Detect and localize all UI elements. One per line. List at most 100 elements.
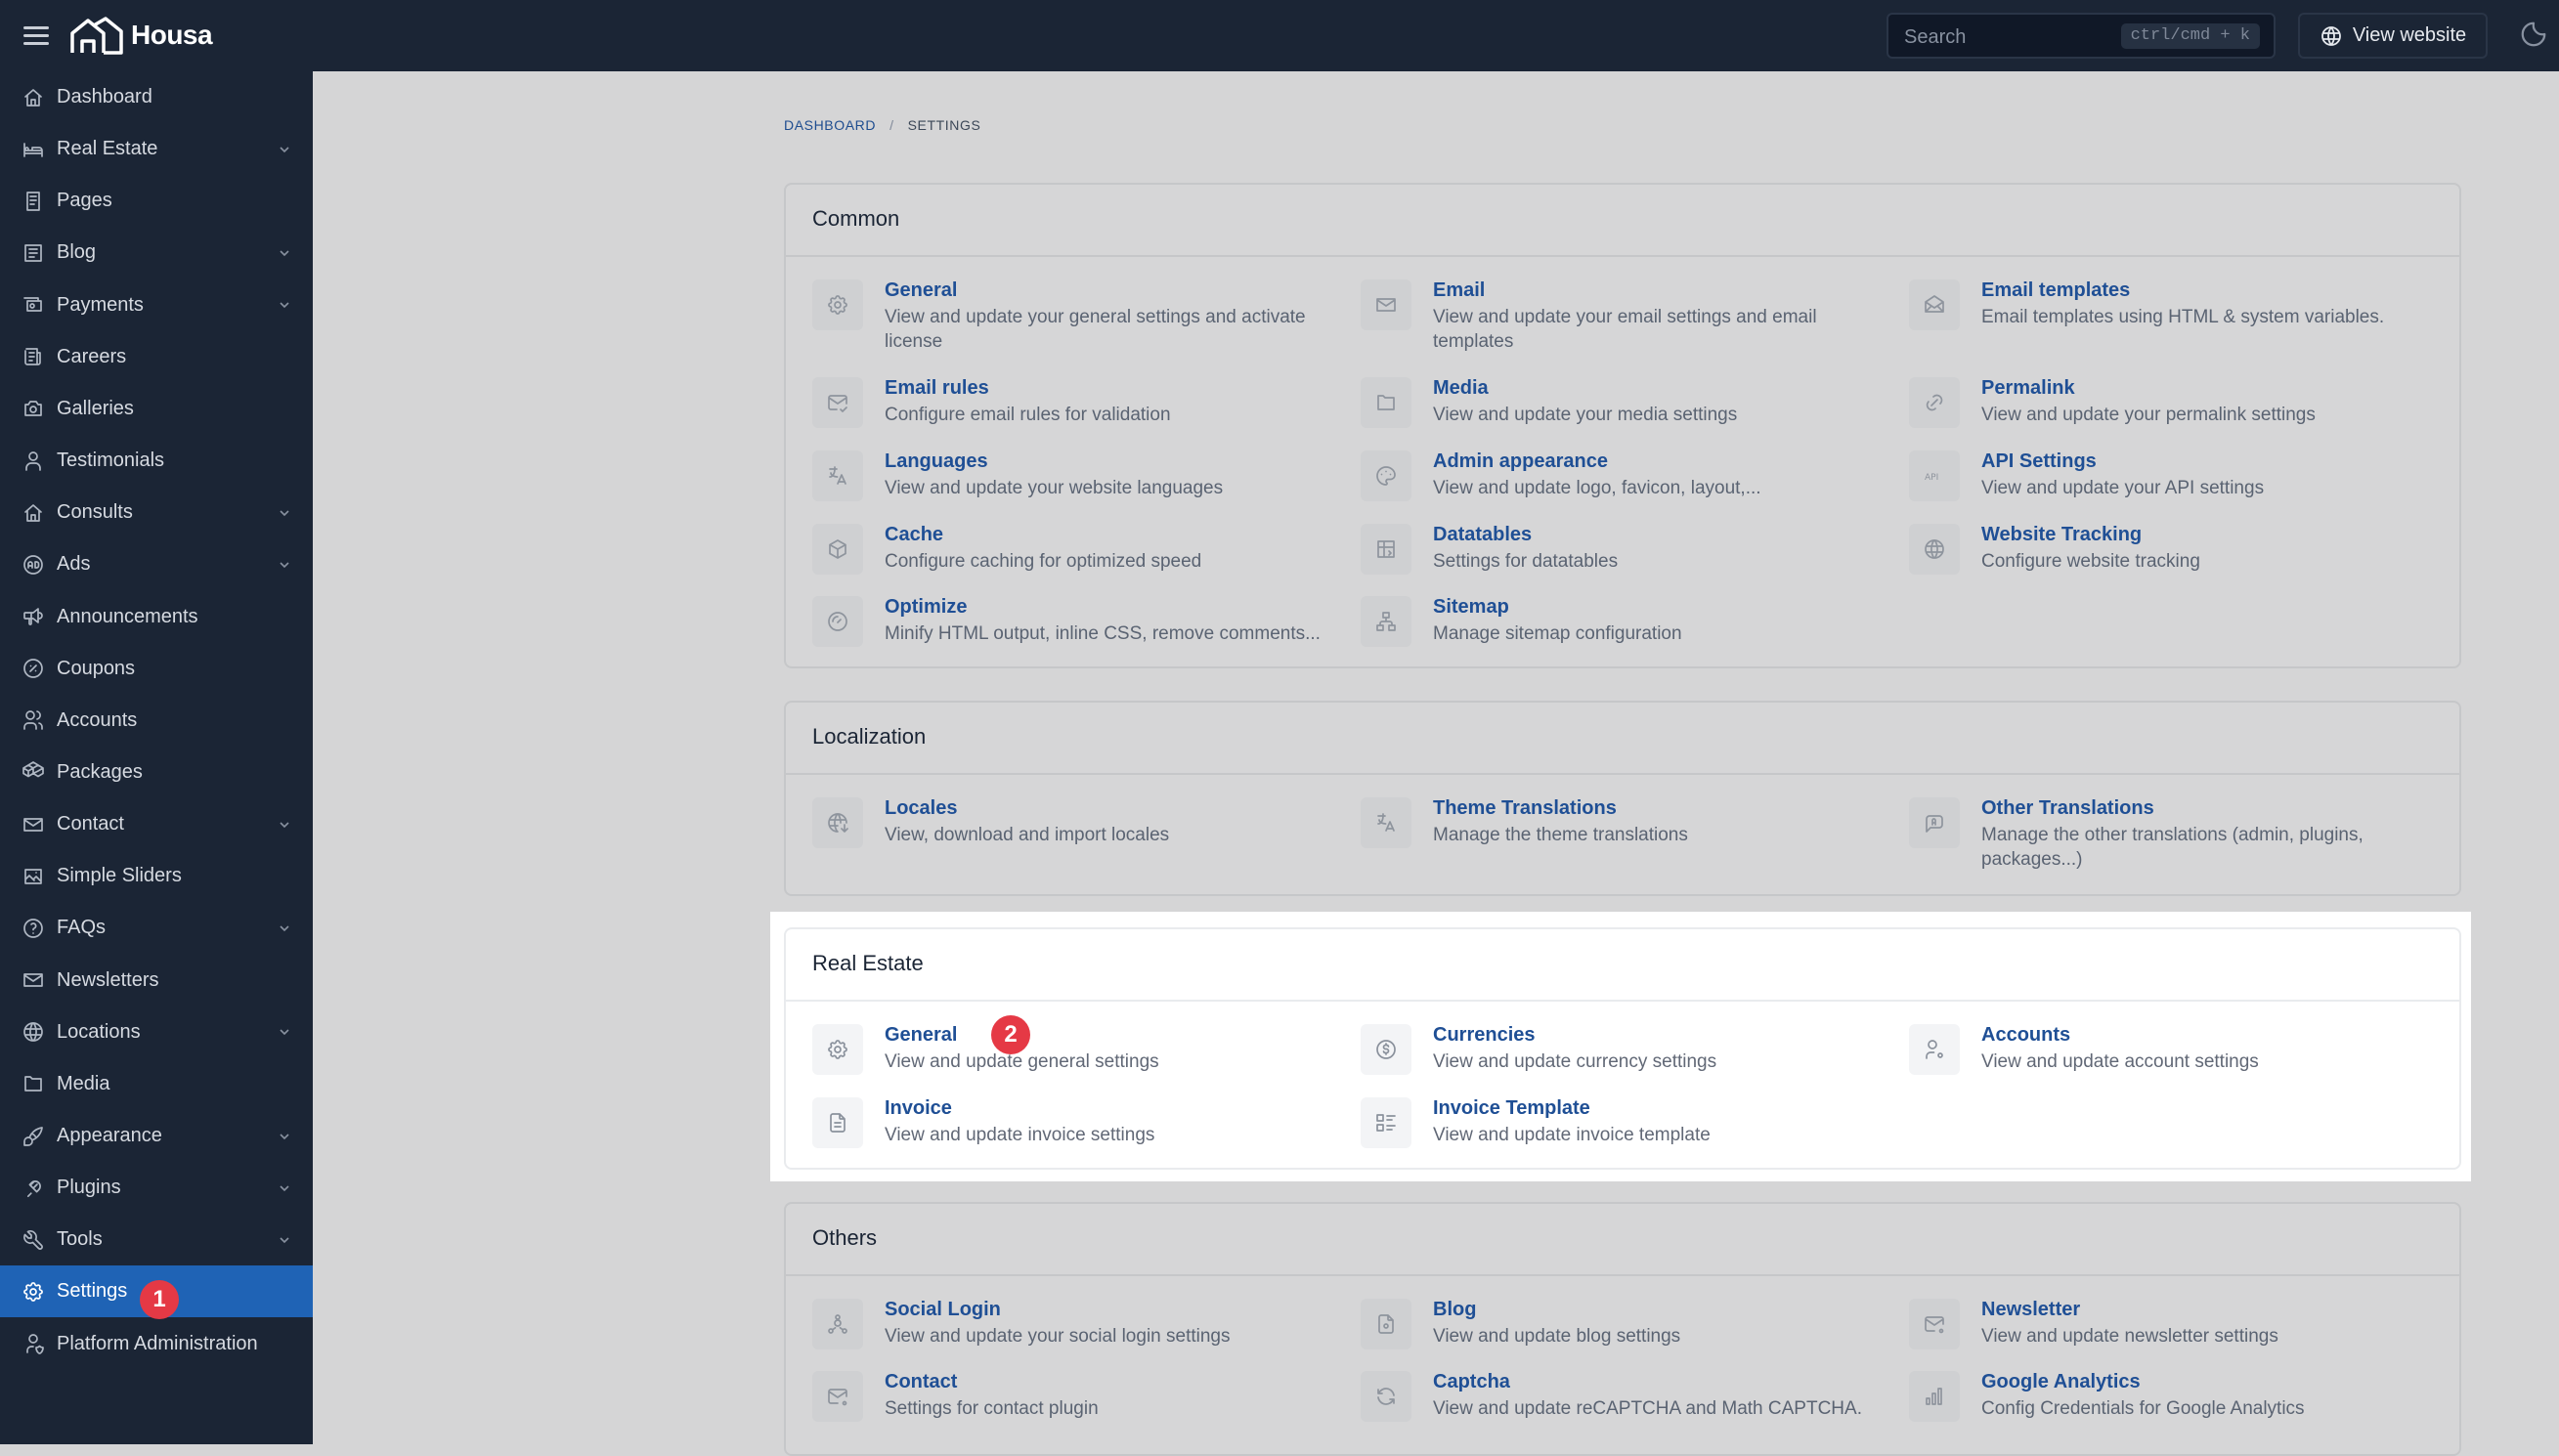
setting-item-title[interactable]: Email templates [1981, 279, 2130, 302]
sidebar-item-careers[interactable]: Careers [0, 331, 313, 383]
sidebar-item-platform-administration[interactable]: Platform Administration [0, 1318, 313, 1370]
sidebar-item-real-estate[interactable]: Real Estate [0, 123, 313, 175]
setting-item-email-rules[interactable]: Email rules Configure email rules for val… [812, 377, 1340, 446]
setting-item-captcha[interactable]: Captcha View and update reCAPTCHA and Mat… [1361, 1371, 1888, 1439]
setting-item-title[interactable]: Blog [1433, 1299, 1476, 1321]
setting-item-title[interactable]: Accounts [1981, 1024, 2070, 1047]
setting-item-title[interactable]: Other Translations [1981, 797, 2154, 820]
slideshow-icon [24, 868, 42, 884]
mail-cog-icon [1925, 1316, 1944, 1334]
sidebar-item-coupons[interactable]: Coupons [0, 643, 313, 695]
setting-item-title[interactable]: Contact [885, 1371, 957, 1393]
setting-item-api-settings[interactable]: API API Settings View and update your API … [1909, 450, 2437, 519]
setting-item-email-templates[interactable]: Email templates Email templates using HTM… [1909, 279, 2437, 348]
sidebar-item-locations[interactable]: Locations [0, 1006, 313, 1058]
setting-item-title[interactable]: Theme Translations [1433, 797, 1617, 820]
setting-item-title[interactable]: Social Login [885, 1299, 1001, 1321]
sidebar-item-contact[interactable]: Contact [0, 798, 313, 850]
setting-item-general[interactable]: General View and update your general sett… [812, 279, 1340, 352]
setting-item-website-tracking[interactable]: Website Tracking Configure website tracki… [1909, 524, 2437, 592]
setting-item-contact[interactable]: Contact Settings for contact plugin [812, 1371, 1340, 1439]
chevron-down-icon [280, 1237, 289, 1243]
setting-item-invoice-template[interactable]: Invoice Template View and update invoice … [1361, 1097, 1888, 1166]
sidebar-item-galleries[interactable]: Galleries [0, 383, 313, 435]
sidebar-item-packages[interactable]: Packages [0, 747, 313, 798]
sidebar-item-media[interactable]: Media [0, 1058, 313, 1110]
mail-cog-icon [828, 1389, 847, 1406]
sidebar-item-payments[interactable]: Payments [0, 279, 313, 331]
sidebar-item-pages[interactable]: Pages [0, 175, 313, 227]
user-shield-icon [26, 1334, 44, 1354]
setting-item-title[interactable]: Email [1433, 279, 1485, 302]
setting-item-datatables[interactable]: Datatables Settings for datatables [1361, 524, 1888, 592]
speakerphone-icon [23, 608, 43, 625]
setting-item-other-translations[interactable]: Other Translations Manage the other trans… [1909, 797, 2437, 870]
setting-item-description: Configure caching for optimized speed [885, 551, 1202, 572]
setting-item-currencies[interactable]: Currencies View and update currency setti… [1361, 1024, 1888, 1092]
setting-item-title[interactable]: Locales [885, 797, 957, 820]
breadcrumb-dashboard-link[interactable]: DASHBOARD [784, 117, 876, 133]
brand-logo[interactable]: Housa [68, 14, 213, 57]
setting-item-admin-appearance[interactable]: Admin appearance View and update logo, fa… [1361, 450, 1888, 519]
sidebar-item-consults[interactable]: Consults [0, 487, 313, 538]
setting-item-newsletter[interactable]: Newsletter View and update newsletter set… [1909, 1299, 2437, 1367]
setting-item-title[interactable]: Google Analytics [1981, 1371, 2141, 1393]
setting-item-google-analytics[interactable]: Google Analytics Config Credentials for G… [1909, 1371, 2437, 1439]
setting-item-title[interactable]: Sitemap [1433, 596, 1509, 619]
sidebar-item-tools[interactable]: Tools [0, 1214, 313, 1265]
setting-item-title[interactable]: Optimize [885, 596, 967, 619]
setting-item-title[interactable]: Languages [885, 450, 988, 473]
setting-item-title[interactable]: Datatables [1433, 524, 1532, 546]
setting-item-theme-translations[interactable]: Theme Translations Manage the theme trans… [1361, 797, 1888, 866]
setting-item-general[interactable]: General View and update general settings [812, 1024, 1340, 1092]
setting-item-invoice[interactable]: Invoice View and update invoice settings [812, 1097, 1340, 1166]
sidebar-item-faqs[interactable]: FAQs [0, 902, 313, 954]
setting-item-locales[interactable]: Locales View, download and import locales [812, 797, 1340, 866]
setting-item-title[interactable]: API Settings [1981, 450, 2097, 473]
moon-icon[interactable] [2519, 20, 2548, 49]
sidebar-item-accounts[interactable]: Accounts [0, 695, 313, 747]
sidebar-item-appearance[interactable]: Appearance [0, 1110, 313, 1162]
sidebar-item-dashboard[interactable]: Dashboard [0, 71, 313, 123]
article-icon [24, 244, 42, 262]
sidebar-item-plugins[interactable]: Plugins [0, 1162, 313, 1214]
setting-item-social-login[interactable]: Social Login View and update your social … [812, 1299, 1340, 1367]
setting-item-blog[interactable]: Blog View and update blog settings [1361, 1299, 1888, 1367]
setting-item-title[interactable]: Cache [885, 524, 943, 546]
setting-item-title[interactable]: Website Tracking [1981, 524, 2142, 546]
setting-item-title[interactable]: Email rules [885, 377, 989, 400]
setting-item-cache[interactable]: Cache Configure caching for optimized spe… [812, 524, 1340, 592]
setting-item-accounts[interactable]: Accounts View and update account settings [1909, 1024, 2437, 1092]
setting-item-languages[interactable]: Languages View and update your website la… [812, 450, 1340, 519]
setting-item-title[interactable]: Admin appearance [1433, 450, 1608, 473]
link-icon [1926, 394, 1943, 411]
setting-item-title[interactable]: Newsletter [1981, 1299, 2080, 1321]
setting-item-optimize[interactable]: Optimize Minify HTML output, inline CSS, … [812, 596, 1340, 664]
setting-item-permalink[interactable]: Permalink View and update your permalink … [1909, 377, 2437, 446]
setting-item-email[interactable]: Email View and update your email settings… [1361, 279, 1888, 352]
setting-item-title[interactable]: Permalink [1981, 377, 2075, 400]
sidebar-item-newsletters[interactable]: Newsletters [0, 955, 313, 1006]
setting-item-title[interactable]: Captcha [1433, 1371, 1510, 1393]
sidebar-item-testimonials[interactable]: Testimonials [0, 435, 313, 487]
chart-bar-icon [1926, 1388, 1942, 1405]
setting-item-description: View and update account settings [1981, 1051, 2259, 1072]
search-box[interactable]: ctrl/cmd + k [1887, 13, 2276, 59]
sidebar-item-label: Ads [57, 553, 91, 576]
setting-item-title[interactable]: General [885, 1024, 957, 1047]
setting-item-sitemap[interactable]: Sitemap Manage sitemap configuration [1361, 596, 1888, 664]
setting-item-media[interactable]: Media View and update your media settings [1361, 377, 1888, 446]
sidebar-item-announcements[interactable]: Announcements [0, 591, 313, 643]
setting-item-title[interactable]: Invoice Template [1433, 1097, 1590, 1120]
setting-item-title[interactable]: Invoice [885, 1097, 952, 1120]
setting-item-title[interactable]: General [885, 279, 957, 302]
menu-toggle-icon[interactable] [23, 21, 49, 49]
sidebar-item-simple-sliders[interactable]: Simple Sliders [0, 850, 313, 902]
setting-item-title[interactable]: Media [1433, 377, 1489, 400]
search-input[interactable] [1902, 22, 2121, 52]
setting-item-title[interactable]: Currencies [1433, 1024, 1536, 1047]
view-website-button[interactable]: View website [2298, 13, 2488, 59]
cash-icon [22, 293, 45, 317]
sidebar-item-blog[interactable]: Blog [0, 227, 313, 278]
sidebar-item-ads[interactable]: Ads [0, 538, 313, 590]
